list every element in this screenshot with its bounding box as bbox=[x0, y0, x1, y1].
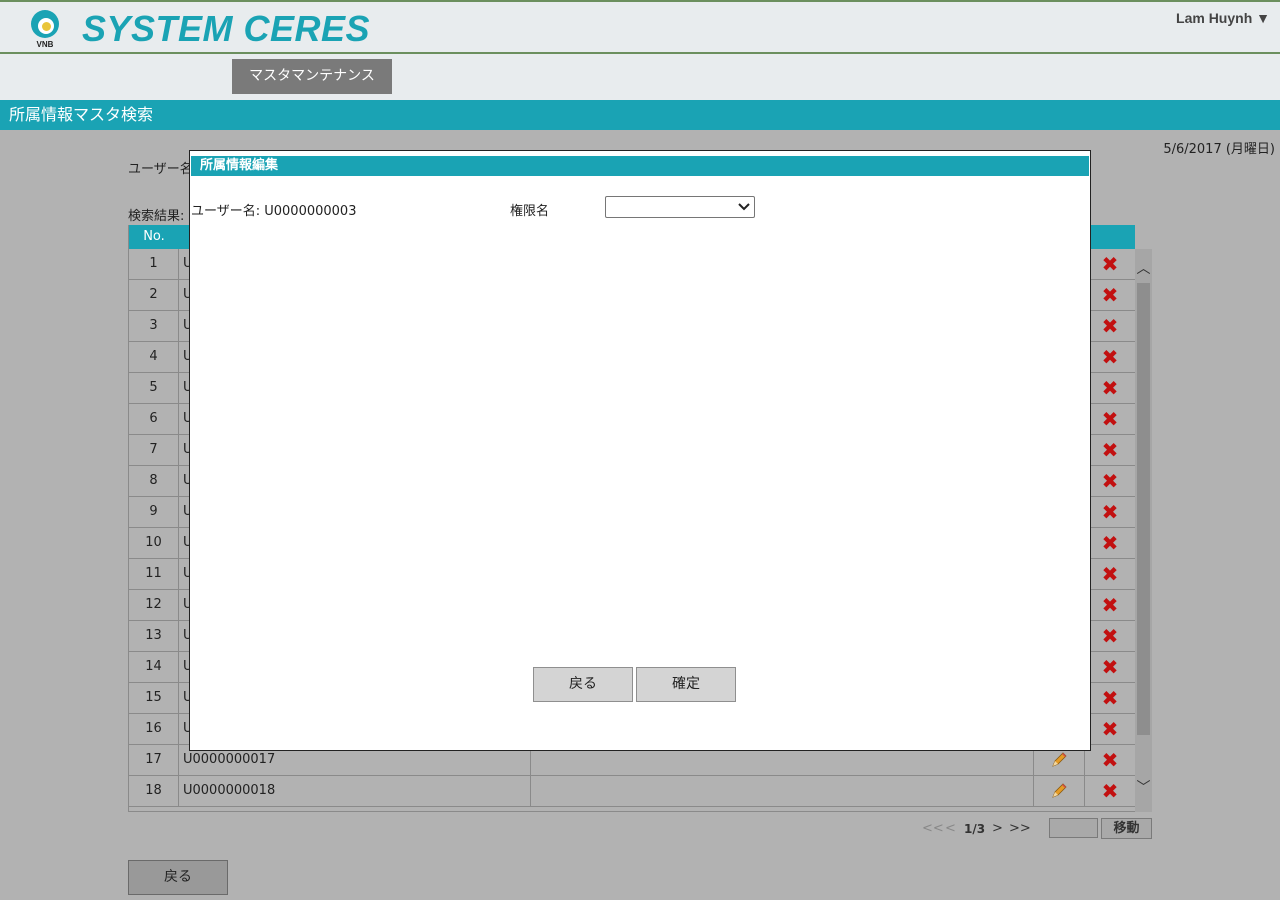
delete-icon[interactable]: ✖ bbox=[1102, 593, 1119, 617]
row-no: 6 bbox=[129, 404, 179, 435]
row-no: 5 bbox=[129, 373, 179, 404]
row-no: 8 bbox=[129, 466, 179, 497]
scroll-up-icon[interactable]: ︿ bbox=[1135, 261, 1152, 278]
delete-icon[interactable]: ✖ bbox=[1102, 500, 1119, 524]
search-username-label: ユーザー名 bbox=[128, 162, 193, 177]
col-no-header: No. bbox=[143, 229, 165, 244]
row-no: 9 bbox=[129, 497, 179, 528]
row-delete-cell: ✖ bbox=[1085, 621, 1135, 652]
row-no: 15 bbox=[129, 683, 179, 714]
delete-icon[interactable]: ✖ bbox=[1102, 376, 1119, 400]
delete-icon[interactable]: ✖ bbox=[1102, 283, 1119, 307]
edit-pencil-icon[interactable] bbox=[1049, 781, 1069, 801]
delete-icon[interactable]: ✖ bbox=[1102, 531, 1119, 555]
table-row: 18 U0000000018 ✖ bbox=[129, 776, 1135, 807]
nav-bar: マスタマンテナンス bbox=[0, 54, 1280, 100]
edit-pencil-icon[interactable] bbox=[1049, 750, 1069, 770]
row-delete-cell: ✖ bbox=[1085, 776, 1135, 807]
row-delete-cell: ✖ bbox=[1085, 404, 1135, 435]
delete-icon[interactable]: ✖ bbox=[1102, 686, 1119, 710]
row-delete-cell: ✖ bbox=[1085, 683, 1135, 714]
row-delete-cell: ✖ bbox=[1085, 280, 1135, 311]
delete-icon[interactable]: ✖ bbox=[1102, 779, 1119, 803]
row-delete-cell: ✖ bbox=[1085, 342, 1135, 373]
current-date: 5/6/2017 (月曜日) bbox=[1163, 142, 1275, 157]
page-indicator: 1/3 bbox=[964, 822, 986, 836]
row-delete-cell: ✖ bbox=[1085, 466, 1135, 497]
row-no: 2 bbox=[129, 280, 179, 311]
edit-affiliation-dialog: 所属情報編集 ユーザー名: U0000000003 権限名 戻る 確定 bbox=[189, 150, 1091, 751]
table-scrollbar[interactable]: ︿ ﹀ bbox=[1135, 249, 1152, 812]
first-page-icon[interactable]: << bbox=[922, 818, 944, 840]
row-no: 18 bbox=[129, 776, 179, 807]
delete-icon[interactable]: ✖ bbox=[1102, 624, 1119, 648]
delete-icon[interactable]: ✖ bbox=[1102, 562, 1119, 586]
results-label: 検索結果: bbox=[128, 209, 185, 224]
row-delete-cell: ✖ bbox=[1085, 373, 1135, 404]
row-no: 11 bbox=[129, 559, 179, 590]
chevron-down-icon bbox=[738, 203, 750, 211]
page-number-input[interactable] bbox=[1049, 818, 1098, 838]
vnb-logo: VNB bbox=[30, 8, 60, 50]
delete-icon[interactable]: ✖ bbox=[1102, 748, 1119, 772]
row-delete-cell: ✖ bbox=[1085, 249, 1135, 280]
delete-icon[interactable]: ✖ bbox=[1102, 314, 1119, 338]
row-no: 13 bbox=[129, 621, 179, 652]
dialog-title: 所属情報編集 bbox=[191, 156, 1089, 176]
row-edit-cell bbox=[1034, 776, 1085, 807]
row-no: 12 bbox=[129, 590, 179, 621]
row-no: 7 bbox=[129, 435, 179, 466]
row-username: U0000000018 bbox=[179, 776, 531, 807]
last-page-icon[interactable]: >> bbox=[1009, 818, 1031, 840]
row-delete-cell: ✖ bbox=[1085, 497, 1135, 528]
user-menu[interactable]: Lam Huynh ▼ bbox=[1176, 10, 1270, 26]
delete-icon[interactable]: ✖ bbox=[1102, 717, 1119, 741]
back-button[interactable]: 戻る bbox=[128, 860, 228, 895]
row-no: 10 bbox=[129, 528, 179, 559]
delete-icon[interactable]: ✖ bbox=[1102, 407, 1119, 431]
next-page-icon[interactable]: > bbox=[992, 818, 1003, 840]
prev-page-icon[interactable]: < bbox=[945, 818, 956, 840]
row-no: 16 bbox=[129, 714, 179, 745]
delete-icon[interactable]: ✖ bbox=[1102, 345, 1119, 369]
row-delete-cell: ✖ bbox=[1085, 714, 1135, 745]
dialog-back-button[interactable]: 戻る bbox=[533, 667, 633, 702]
row-no: 4 bbox=[129, 342, 179, 373]
row-no: 1 bbox=[129, 249, 179, 280]
delete-icon[interactable]: ✖ bbox=[1102, 655, 1119, 679]
delete-icon[interactable]: ✖ bbox=[1102, 438, 1119, 462]
scroll-thumb[interactable] bbox=[1137, 283, 1150, 735]
nav-master-maintenance[interactable]: マスタマンテナンス bbox=[232, 59, 392, 94]
row-delete-cell: ✖ bbox=[1085, 652, 1135, 683]
move-button[interactable]: 移動 bbox=[1101, 818, 1152, 839]
dialog-confirm-button[interactable]: 確定 bbox=[636, 667, 736, 702]
page-title: 所属情報マスタ検索 bbox=[0, 100, 1280, 130]
delete-icon[interactable]: ✖ bbox=[1102, 252, 1119, 276]
row-no: 14 bbox=[129, 652, 179, 683]
row-authority bbox=[531, 776, 1034, 807]
scroll-down-icon[interactable]: ﹀ bbox=[1135, 780, 1152, 797]
logo-icon bbox=[31, 10, 59, 38]
row-no: 3 bbox=[129, 311, 179, 342]
row-delete-cell: ✖ bbox=[1085, 559, 1135, 590]
app-header: VNB SYSTEM CERES Lam Huynh ▼ bbox=[0, 0, 1280, 54]
row-delete-cell: ✖ bbox=[1085, 590, 1135, 621]
row-delete-cell: ✖ bbox=[1085, 311, 1135, 342]
authority-select[interactable] bbox=[605, 196, 755, 218]
dialog-username: ユーザー名: U0000000003 bbox=[191, 204, 357, 219]
row-delete-cell: ✖ bbox=[1085, 745, 1135, 776]
row-delete-cell: ✖ bbox=[1085, 528, 1135, 559]
logo-text: VNB bbox=[36, 40, 54, 49]
delete-icon[interactable]: ✖ bbox=[1102, 469, 1119, 493]
row-no: 17 bbox=[129, 745, 179, 776]
row-delete-cell: ✖ bbox=[1085, 435, 1135, 466]
brand-title: SYSTEM CERES bbox=[82, 8, 371, 49]
authority-label: 権限名 bbox=[510, 204, 550, 219]
